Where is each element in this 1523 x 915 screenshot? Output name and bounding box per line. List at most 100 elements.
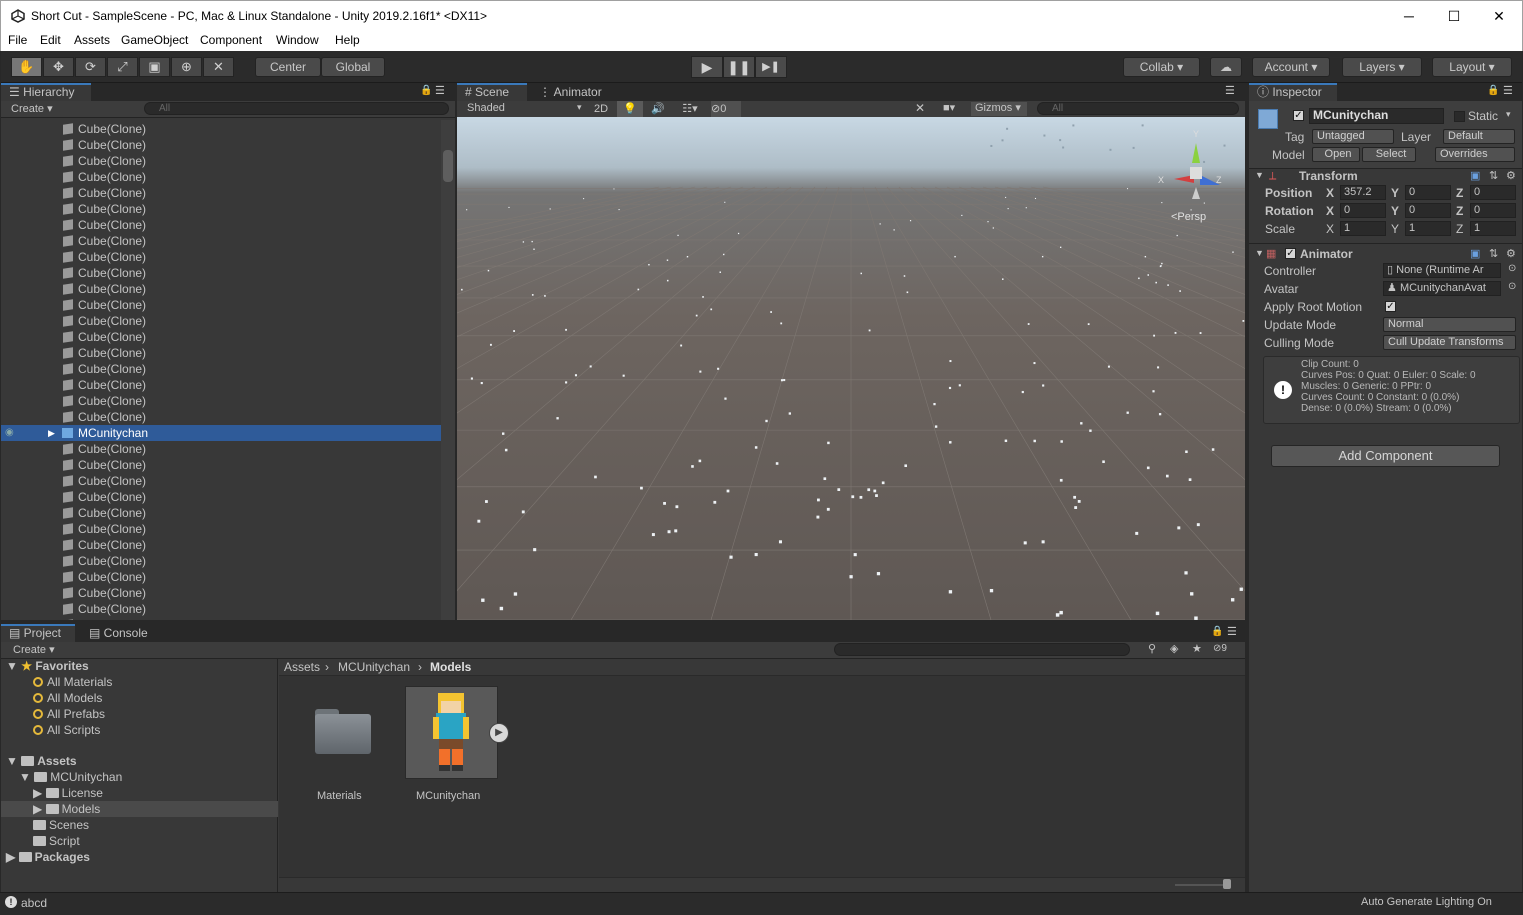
scene-cube[interactable] [663, 501, 666, 505]
hierarchy-item-cube-clone[interactable]: Cube(Clone) [1, 297, 441, 313]
hierarchy-create-button[interactable]: Create ▾ [11, 102, 53, 115]
menu-edit[interactable]: Edit [40, 33, 61, 47]
scene-cube[interactable] [1242, 320, 1245, 322]
scene-cube[interactable] [1059, 139, 1062, 142]
transform-preset-icon[interactable]: ⇅ [1489, 169, 1498, 182]
gizmo-neg-y-cone[interactable] [1192, 187, 1200, 199]
layers-dropdown[interactable]: Layers ▾ [1342, 57, 1422, 77]
crumb-assets[interactable]: Assets [284, 659, 320, 675]
scene-cube[interactable] [783, 378, 786, 382]
scene-cube[interactable] [1174, 331, 1177, 334]
scene-cube[interactable] [909, 220, 912, 222]
rotation-y-label[interactable]: Y [1391, 204, 1399, 218]
scene-cube[interactable] [948, 590, 953, 594]
scene-cube[interactable] [648, 263, 650, 266]
hierarchy-item-cube-clone[interactable]: Cube(Clone) [1, 537, 441, 553]
scene-cube[interactable] [780, 379, 784, 382]
hierarchy-item-cube-clone[interactable]: Cube(Clone) [1, 329, 441, 345]
scene-cube[interactable] [487, 269, 490, 272]
project-menu-icon[interactable]: ☰ [1227, 625, 1237, 638]
filter-label-icon[interactable]: ◈ [1170, 642, 1178, 655]
hierarchy-item-cube-clone[interactable]: Cube(Clone) [1, 265, 441, 281]
hierarchy-item-cube-clone[interactable]: Cube(Clone) [1, 201, 441, 217]
scene-cube[interactable] [640, 486, 643, 490]
scrollbar-thumb[interactable] [443, 150, 453, 182]
scene-cube[interactable] [513, 330, 516, 332]
scene-cube[interactable] [1184, 571, 1188, 575]
scene-cube[interactable] [1176, 234, 1178, 237]
position-x-field[interactable]: 357.2 [1340, 185, 1386, 200]
materials-folder-icon[interactable] [315, 709, 371, 755]
transform-foldout-icon[interactable]: ▼ [1255, 170, 1264, 180]
scene-cube[interactable] [1146, 466, 1150, 470]
scene-cube[interactable] [1080, 422, 1083, 425]
hierarchy-search-input[interactable]: All [144, 102, 449, 115]
scene-cube[interactable] [875, 494, 878, 497]
scene-cube[interactable] [1165, 474, 1169, 478]
scene-cube[interactable] [549, 208, 551, 210]
hierarchy-scrollbar[interactable] [441, 120, 455, 620]
scene-cube[interactable] [754, 552, 758, 557]
mcunitychan-node[interactable]: ▼ MCUnitychan [19, 770, 122, 784]
scale-y-field[interactable]: 1 [1405, 221, 1451, 236]
scene-cube[interactable] [691, 465, 694, 468]
scene-cube[interactable] [1188, 478, 1192, 481]
scene-cube[interactable] [1006, 127, 1009, 130]
scene-cube[interactable] [1127, 188, 1129, 190]
scene-cube[interactable] [470, 377, 473, 380]
scene-cube[interactable] [989, 588, 994, 593]
scene-menu-icon[interactable]: ☰ [1225, 84, 1235, 97]
scene-viewport[interactable]: Y X Z <Persp [457, 117, 1245, 620]
scene-cube[interactable] [622, 374, 625, 377]
scene-cube[interactable] [879, 223, 881, 225]
animator-foldout-icon[interactable]: ▼ [1255, 248, 1264, 258]
assets-node[interactable]: ▼ Assets [6, 754, 77, 768]
scene-cube[interactable] [1199, 332, 1202, 334]
menu-assets[interactable]: Assets [74, 33, 110, 47]
hierarchy-item-cube-clone[interactable]: Cube(Clone) [1, 313, 441, 329]
scene-cube[interactable] [717, 367, 720, 370]
scene-cube[interactable] [1023, 541, 1027, 545]
lighting-status[interactable]: Auto Generate Lighting On [1361, 896, 1492, 908]
toggle-2d-button[interactable]: 2D [587, 101, 615, 118]
scene-cube[interactable] [1033, 439, 1036, 443]
maximize-button[interactable]: ☐ [1431, 5, 1477, 27]
scene-cube[interactable] [906, 291, 909, 294]
scale-x-field[interactable]: 1 [1340, 221, 1386, 236]
account-dropdown[interactable]: Account ▾ [1252, 57, 1330, 77]
scene-cube[interactable] [686, 255, 689, 258]
hierarchy-item-cube-clone[interactable]: Cube(Clone) [1, 457, 441, 473]
object-name-field[interactable]: MCunitychan [1309, 108, 1444, 124]
menu-file[interactable]: File [8, 33, 27, 47]
scene-cube[interactable] [990, 144, 993, 147]
scale-z-field[interactable]: 1 [1470, 221, 1516, 236]
scene-cube[interactable] [1021, 390, 1024, 394]
scene-cube[interactable] [1059, 246, 1062, 248]
shading-mode-dropdown[interactable]: Shaded [467, 102, 505, 114]
scene-cube[interactable] [933, 402, 936, 406]
fav-all-scripts[interactable]: All Scripts [33, 723, 100, 737]
fav-all-models[interactable]: All Models [33, 691, 102, 705]
scene-cube[interactable] [1007, 208, 1009, 210]
close-window-button[interactable]: ✕ [1476, 5, 1522, 27]
hierarchy-item-cube-clone[interactable]: Cube(Clone) [1, 249, 441, 265]
scene-cube[interactable] [544, 295, 546, 297]
scene-cube[interactable] [531, 294, 534, 296]
lock-icon[interactable]: 🔒 [420, 85, 432, 96]
tab-hierarchy[interactable]: ☰ Hierarchy [1, 83, 91, 101]
scene-cube[interactable] [881, 481, 885, 485]
scene-cube[interactable] [1072, 124, 1075, 127]
scene-cube[interactable] [583, 198, 585, 200]
scene-cube[interactable] [837, 488, 841, 491]
scene-cube[interactable] [667, 530, 671, 534]
rotation-x-label[interactable]: X [1326, 204, 1334, 218]
hierarchy-item-cube-clone[interactable]: Cube(Clone) [1, 617, 441, 620]
layout-dropdown[interactable]: Layout ▾ [1432, 57, 1512, 77]
minimize-button[interactable]: ─ [1386, 5, 1432, 27]
scene-cube[interactable] [489, 343, 492, 346]
expand-arrow-icon[interactable]: ▶ [48, 425, 55, 441]
scene-cube[interactable] [594, 475, 597, 479]
scene-cube[interactable] [949, 441, 952, 444]
hierarchy-item-cube-clone[interactable]: Cube(Clone) [1, 185, 441, 201]
scene-cube[interactable] [1179, 290, 1181, 292]
